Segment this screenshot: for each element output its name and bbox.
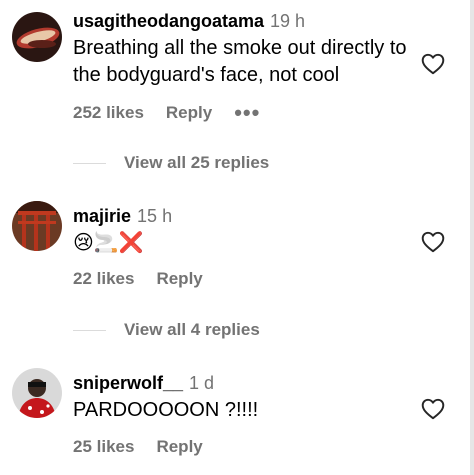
reply-button[interactable]: Reply — [156, 269, 202, 289]
comment-username[interactable]: usagitheodangoatama — [73, 11, 264, 31]
avatar[interactable] — [12, 12, 62, 62]
comment-time: 1 d — [189, 373, 215, 393]
comment-username[interactable]: sniperwolf__ — [73, 373, 183, 393]
view-replies-button[interactable]: View all 25 replies — [73, 153, 269, 173]
view-replies-label: View all 4 replies — [124, 320, 260, 339]
likes-count[interactable]: 22 likes — [73, 269, 134, 289]
scrollbar[interactable] — [470, 0, 474, 475]
view-replies-label: View all 25 replies — [124, 153, 270, 172]
likes-count[interactable]: 252 likes — [73, 103, 144, 123]
comment-time: 15 h — [137, 206, 173, 226]
avatar[interactable] — [12, 368, 62, 418]
comment-username[interactable]: majirie — [73, 206, 131, 226]
view-replies-button[interactable]: View all 4 replies — [73, 320, 260, 340]
likes-count[interactable]: 25 likes — [73, 437, 134, 457]
reply-button[interactable]: Reply — [166, 103, 212, 123]
divider — [73, 162, 106, 164]
comment-time: 19 h — [270, 11, 306, 31]
comment-text: Breathing all the smoke out directly to … — [73, 37, 407, 86]
comment-text: 😢🚬❌ — [73, 232, 144, 254]
reply-button[interactable]: Reply — [156, 437, 202, 457]
divider — [73, 329, 106, 331]
heart-icon[interactable] — [420, 396, 446, 422]
heart-icon[interactable] — [420, 51, 446, 77]
comment-text: PARDOOOOON ?!!!! — [73, 399, 259, 421]
avatar[interactable] — [12, 201, 62, 251]
more-options-icon[interactable]: ••• — [234, 102, 260, 124]
heart-icon[interactable] — [420, 229, 446, 255]
